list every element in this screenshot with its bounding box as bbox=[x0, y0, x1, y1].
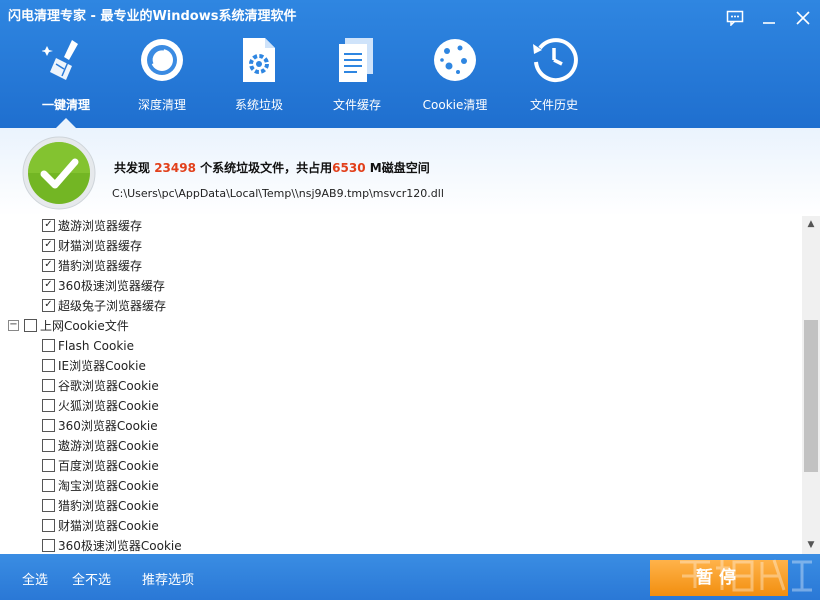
minimize-button[interactable] bbox=[756, 6, 782, 30]
tree-item-label: 遨游浏览器缓存 bbox=[58, 219, 143, 233]
checkbox[interactable]: ✓ bbox=[42, 219, 55, 232]
tree-item-label: Flash Cookie bbox=[58, 339, 134, 353]
tree-item[interactable]: IE浏览器Cookie bbox=[42, 356, 146, 376]
active-tab-pointer bbox=[56, 118, 76, 128]
select-all-link[interactable]: 全选 bbox=[22, 569, 48, 588]
broom-icon bbox=[42, 40, 78, 80]
tab-system-junk[interactable]: 系统垃圾 bbox=[211, 36, 307, 126]
tree-group-label: 上网Cookie文件 bbox=[40, 319, 129, 333]
checkbox[interactable] bbox=[42, 519, 55, 532]
select-none-link[interactable]: 全不选 bbox=[72, 569, 111, 588]
checkbox[interactable]: ✓ bbox=[42, 239, 55, 252]
checkbox[interactable] bbox=[42, 419, 55, 432]
tree-item-label: 猎豹浏览器缓存 bbox=[58, 259, 143, 273]
tab-label: 文件历史 bbox=[529, 98, 578, 112]
tree-item[interactable]: 财猫浏览器Cookie bbox=[42, 516, 159, 536]
junk-file-count: 23498 bbox=[154, 161, 196, 175]
tab-label: 文件缓存 bbox=[332, 98, 381, 112]
checkbox[interactable] bbox=[42, 359, 55, 372]
tree-item[interactable]: Flash Cookie bbox=[42, 336, 134, 356]
window-title: 闪电清理专家 - 最专业的Windows系统清理软件 bbox=[8, 9, 297, 24]
checkbox[interactable] bbox=[42, 339, 55, 352]
tree-item[interactable]: 百度浏览器Cookie bbox=[42, 456, 159, 476]
clean-item-tree: ✓ 遨游浏览器缓存 ✓ 财猫浏览器缓存 ✓ 猎豹浏览器缓存 ✓ 360极速浏览器缓存 ✓… bbox=[0, 216, 802, 554]
checkbox[interactable] bbox=[42, 379, 55, 392]
checkbox[interactable] bbox=[42, 459, 55, 472]
close-icon bbox=[796, 11, 810, 25]
tree-item[interactable]: 淘宝浏览器Cookie bbox=[42, 476, 159, 496]
tree-item[interactable]: ✓ 财猫浏览器缓存 bbox=[42, 236, 142, 256]
tree-item-label: 遨游浏览器Cookie bbox=[58, 439, 159, 453]
tree-item-label: 猎豹浏览器Cookie bbox=[58, 499, 159, 513]
tab-deep-clean[interactable]: 深度清理 bbox=[114, 36, 210, 126]
tree-item[interactable]: ✓ 360极速浏览器缓存 bbox=[42, 276, 165, 296]
tree-item[interactable]: 360极速浏览器Cookie bbox=[42, 536, 182, 554]
tree-item[interactable]: ✓ 超级兔子浏览器缓存 bbox=[42, 296, 166, 316]
tree-item-label: 财猫浏览器Cookie bbox=[58, 519, 159, 533]
tree-item[interactable]: 遨游浏览器Cookie bbox=[42, 436, 159, 456]
scan-summary: 共发现 23498 个系统垃圾文件，共占用6530 M磁盘空间 bbox=[114, 159, 430, 176]
history-clock-icon bbox=[533, 38, 578, 83]
tree-item[interactable]: 火狐浏览器Cookie bbox=[42, 396, 159, 416]
tree-item-label: 超级兔子浏览器缓存 bbox=[58, 299, 167, 313]
checkbox[interactable] bbox=[42, 439, 55, 452]
checkbox[interactable]: ✓ bbox=[42, 259, 55, 272]
recommended-options-link[interactable]: 推荐选项 bbox=[142, 569, 194, 588]
tab-label: 深度清理 bbox=[137, 98, 186, 112]
tree-item-label: 财猫浏览器缓存 bbox=[58, 239, 143, 253]
checkbox[interactable] bbox=[42, 539, 55, 552]
tree-item[interactable]: 360浏览器Cookie bbox=[42, 416, 158, 436]
tree-item-label: 360浏览器Cookie bbox=[58, 419, 158, 433]
checkmark-icon bbox=[22, 136, 96, 210]
checkbox[interactable] bbox=[42, 499, 55, 512]
scan-status-panel: 共发现 23498 个系统垃圾文件，共占用6530 M磁盘空间 C:\Users… bbox=[0, 128, 820, 217]
tree-group-cookie-files[interactable]: − 上网Cookie文件 bbox=[8, 316, 129, 336]
tab-label: 一键清理 bbox=[41, 98, 90, 112]
cookie-icon bbox=[434, 39, 476, 81]
site-watermark-logo bbox=[680, 559, 812, 592]
checkbox[interactable] bbox=[24, 319, 37, 332]
gear-file-icon bbox=[243, 38, 275, 82]
summary-mid: 个系统垃圾文件，共占用 bbox=[200, 161, 333, 175]
disk-space-size: 6530 bbox=[332, 161, 366, 175]
tree-item-label: 淘宝浏览器Cookie bbox=[58, 479, 159, 493]
tree-item-label: 百度浏览器Cookie bbox=[58, 459, 159, 473]
tree-item-label: IE浏览器Cookie bbox=[58, 359, 146, 373]
app-header: 闪电清理专家 - 最专业的Windows系统清理软件 一键清理 深度清理 系统垃… bbox=[0, 0, 820, 128]
scroll-up-arrow-icon[interactable]: ▲ bbox=[802, 216, 820, 233]
close-button[interactable] bbox=[790, 6, 816, 30]
tree-item-label: 火狐浏览器Cookie bbox=[58, 399, 159, 413]
current-scan-path: C:\Users\pc\AppData\Local\Temp\\nsj9AB9.… bbox=[112, 187, 444, 200]
checkbox[interactable] bbox=[42, 479, 55, 492]
documents-icon bbox=[339, 38, 373, 82]
tab-file-cache[interactable]: 文件缓存 bbox=[309, 36, 405, 126]
tree-item[interactable]: 猎豹浏览器Cookie bbox=[42, 496, 159, 516]
tree-item[interactable]: 谷歌浏览器Cookie bbox=[42, 376, 159, 396]
tree-item-label: 谷歌浏览器Cookie bbox=[58, 379, 159, 393]
tab-file-history[interactable]: 文件历史 bbox=[506, 36, 602, 126]
chat-icon bbox=[726, 10, 744, 27]
checkbox[interactable] bbox=[42, 399, 55, 412]
tab-cookie-clean[interactable]: Cookie清理 bbox=[407, 36, 503, 126]
checkbox[interactable]: ✓ bbox=[42, 299, 55, 312]
disk-icon bbox=[141, 39, 183, 81]
feedback-button[interactable] bbox=[722, 6, 748, 30]
tab-label: Cookie清理 bbox=[422, 98, 488, 112]
tab-one-click-clean[interactable]: 一键清理 bbox=[18, 36, 114, 126]
summary-suffix: M磁盘空间 bbox=[369, 161, 430, 175]
tree-item[interactable]: ✓ 猎豹浏览器缓存 bbox=[42, 256, 142, 276]
tab-label: 系统垃圾 bbox=[234, 98, 283, 112]
tree-scrollbar[interactable]: ▲ ▼ bbox=[802, 216, 820, 554]
checkbox[interactable]: ✓ bbox=[42, 279, 55, 292]
minimize-icon bbox=[763, 22, 775, 24]
tree-item[interactable]: ✓ 遨游浏览器缓存 bbox=[42, 216, 142, 236]
collapse-toggle[interactable]: − bbox=[8, 320, 19, 331]
summary-prefix: 共发现 bbox=[114, 161, 151, 175]
scrollbar-thumb[interactable] bbox=[804, 320, 818, 472]
tree-item-label: 360极速浏览器Cookie bbox=[58, 539, 182, 553]
tree-item-label: 360极速浏览器缓存 bbox=[58, 279, 165, 293]
